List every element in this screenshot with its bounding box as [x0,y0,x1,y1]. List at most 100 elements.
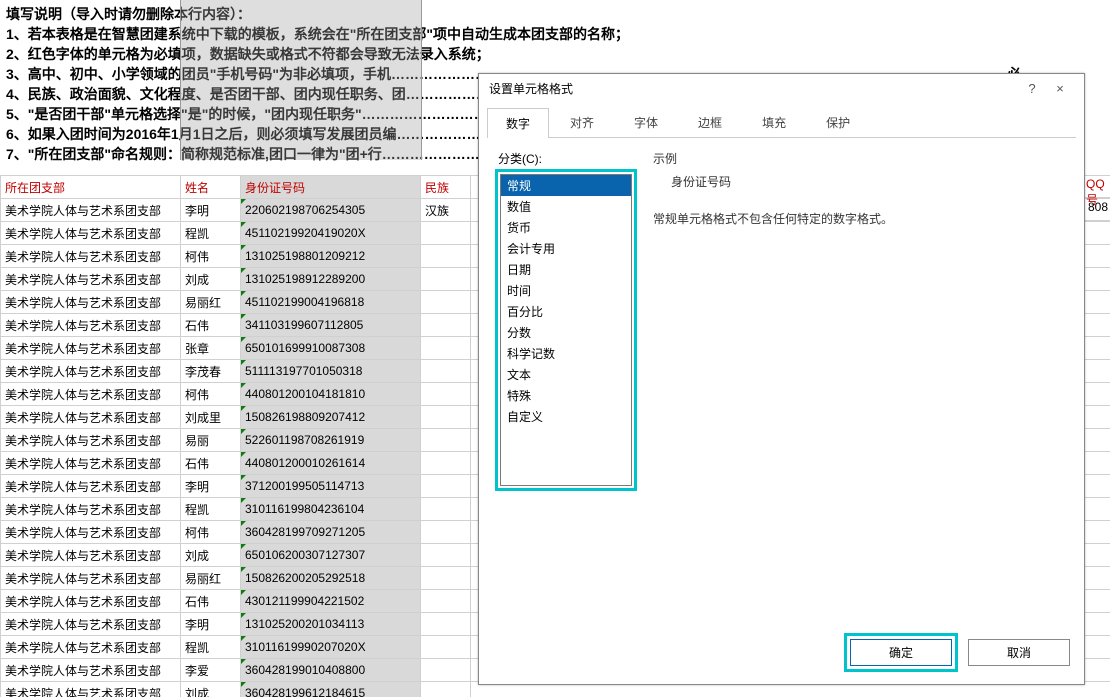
cell-name[interactable]: 刘成里 [181,406,241,429]
tab-数字[interactable]: 数字 [487,108,549,138]
tab-字体[interactable]: 字体 [615,107,677,137]
cell-branch[interactable]: 美术学院人体与艺术系团支部 [1,222,181,245]
cell-id[interactable]: 45110219920419020X [241,222,421,245]
cell-branch[interactable]: 美术学院人体与艺术系团支部 [1,452,181,475]
ok-button[interactable]: 确定 [850,639,952,666]
cell-id[interactable]: 150826200205292518 [241,567,421,590]
cell-name[interactable]: 李爱 [181,659,241,682]
help-icon[interactable]: ? [1018,81,1046,96]
cell-name[interactable]: 易丽红 [181,291,241,314]
cell-id[interactable]: 220602198706254305 [241,199,421,222]
cell-branch[interactable]: 美术学院人体与艺术系团支部 [1,475,181,498]
cell-ethnic[interactable] [421,682,471,697]
cell-name[interactable]: 程凯 [181,498,241,521]
cell-branch[interactable]: 美术学院人体与艺术系团支部 [1,659,181,682]
qq-cell[interactable]: 808 [1084,198,1110,221]
cell-id[interactable]: 341103199607112805 [241,314,421,337]
cell-ethnic[interactable] [421,268,471,291]
header-branch[interactable]: 所在团支部 [1,176,181,199]
cell-name[interactable]: 刘成 [181,682,241,697]
cell-id[interactable]: 360428199709271205 [241,521,421,544]
cell-id[interactable]: 310116199804236104 [241,498,421,521]
cell-name[interactable]: 李明 [181,475,241,498]
cell-name[interactable]: 柯伟 [181,521,241,544]
category-item[interactable]: 特殊 [501,385,631,406]
cell-ethnic[interactable] [421,222,471,245]
cell-ethnic[interactable] [421,406,471,429]
cell-id[interactable]: 650106200307127307 [241,544,421,567]
cell-ethnic[interactable]: 汉族 [421,199,471,222]
cell-id[interactable]: 31011619990207020X [241,636,421,659]
cell-name[interactable]: 程凯 [181,636,241,659]
cell-ethnic[interactable] [421,452,471,475]
cell-id[interactable]: 131025200201034113 [241,613,421,636]
category-item[interactable]: 文本 [501,364,631,385]
cell-branch[interactable]: 美术学院人体与艺术系团支部 [1,245,181,268]
cell-id[interactable]: 131025198912289200 [241,268,421,291]
cell-ethnic[interactable] [421,245,471,268]
cell-ethnic[interactable] [421,383,471,406]
cell-id[interactable]: 522601198708261919 [241,429,421,452]
category-item[interactable]: 货币 [501,217,631,238]
cell-ethnic[interactable] [421,475,471,498]
cell-ethnic[interactable] [421,636,471,659]
category-item[interactable]: 数值 [501,196,631,217]
cell-branch[interactable]: 美术学院人体与艺术系团支部 [1,429,181,452]
cell-name[interactable]: 刘成 [181,268,241,291]
cell-ethnic[interactable] [421,521,471,544]
cell-id[interactable]: 371200199505114713 [241,475,421,498]
cell-branch[interactable]: 美术学院人体与艺术系团支部 [1,590,181,613]
cell-id[interactable]: 451102199004196818 [241,291,421,314]
cell-branch[interactable]: 美术学院人体与艺术系团支部 [1,498,181,521]
cell-branch[interactable]: 美术学院人体与艺术系团支部 [1,337,181,360]
tab-边框[interactable]: 边框 [679,107,741,137]
cell-name[interactable]: 柯伟 [181,245,241,268]
category-item[interactable]: 日期 [501,259,631,280]
dialog-titlebar[interactable]: 设置单元格格式 ? × [479,74,1084,103]
cell-id[interactable]: 131025198801209212 [241,245,421,268]
cell-branch[interactable]: 美术学院人体与艺术系团支部 [1,314,181,337]
category-item[interactable]: 时间 [501,280,631,301]
category-item[interactable]: 科学记数 [501,343,631,364]
cell-branch[interactable]: 美术学院人体与艺术系团支部 [1,291,181,314]
cell-branch[interactable]: 美术学院人体与艺术系团支部 [1,682,181,697]
cell-branch[interactable]: 美术学院人体与艺术系团支部 [1,383,181,406]
cell-ethnic[interactable] [421,613,471,636]
cell-branch[interactable]: 美术学院人体与艺术系团支部 [1,521,181,544]
cell-id[interactable]: 360428199010408800 [241,659,421,682]
tab-填充[interactable]: 填充 [743,107,805,137]
cell-branch[interactable]: 美术学院人体与艺术系团支部 [1,199,181,222]
cell-branch[interactable]: 美术学院人体与艺术系团支部 [1,544,181,567]
tab-对齐[interactable]: 对齐 [551,107,613,137]
cell-ethnic[interactable] [421,498,471,521]
cell-branch[interactable]: 美术学院人体与艺术系团支部 [1,406,181,429]
cell-ethnic[interactable] [421,544,471,567]
cell-name[interactable]: 李明 [181,613,241,636]
cell-name[interactable]: 易丽 [181,429,241,452]
header-qq[interactable]: QQ号 [1084,175,1110,198]
cell-name[interactable]: 李明 [181,199,241,222]
cell-branch[interactable]: 美术学院人体与艺术系团支部 [1,636,181,659]
cell-name[interactable]: 柯伟 [181,383,241,406]
cancel-button[interactable]: 取消 [968,639,1070,666]
category-item[interactable]: 百分比 [501,301,631,322]
close-icon[interactable]: × [1046,81,1074,96]
cell-ethnic[interactable] [421,429,471,452]
cell-branch[interactable]: 美术学院人体与艺术系团支部 [1,268,181,291]
header-id[interactable]: 身份证号码 [241,176,421,199]
cell-id[interactable]: 440801200010261614 [241,452,421,475]
cell-id[interactable]: 430121199904221502 [241,590,421,613]
header-ethnic[interactable]: 民族 [421,176,471,199]
header-name[interactable]: 姓名 [181,176,241,199]
category-item[interactable]: 分数 [501,322,631,343]
cell-branch[interactable]: 美术学院人体与艺术系团支部 [1,567,181,590]
cell-id[interactable]: 440801200104181810 [241,383,421,406]
cell-name[interactable]: 石伟 [181,314,241,337]
category-item[interactable]: 常规 [501,175,631,196]
category-item[interactable]: 自定义 [501,406,631,427]
cell-branch[interactable]: 美术学院人体与艺术系团支部 [1,360,181,383]
cell-branch[interactable]: 美术学院人体与艺术系团支部 [1,613,181,636]
cell-name[interactable]: 易丽红 [181,567,241,590]
cell-id[interactable]: 360428199612184615 [241,682,421,697]
cell-id[interactable]: 150826198809207412 [241,406,421,429]
